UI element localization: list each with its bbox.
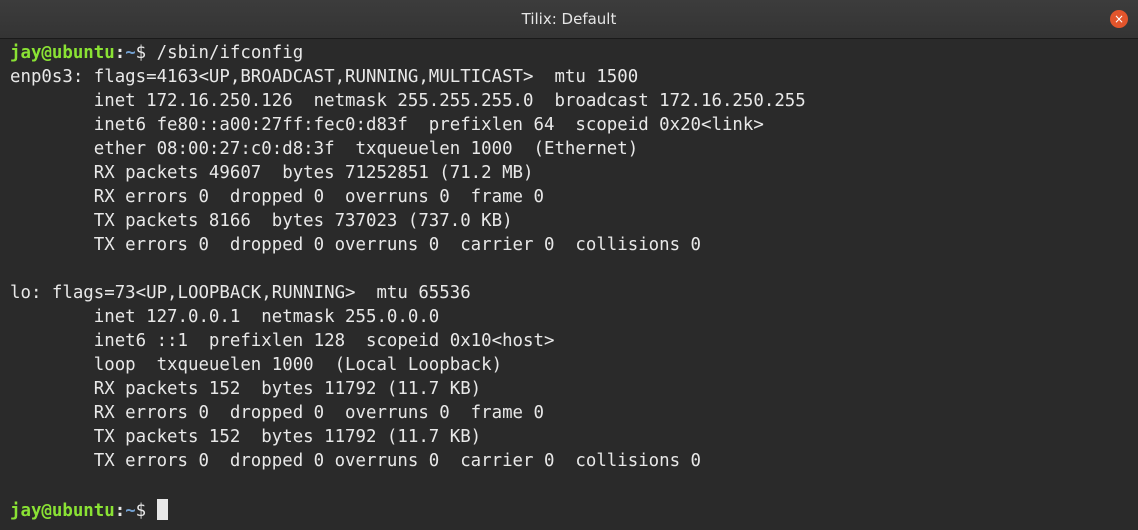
output-line: TX packets 8166 bytes 737023 (737.0 KB) xyxy=(10,211,513,231)
output-line: ether 08:00:27:c0:d8:3f txqueuelen 1000 … xyxy=(10,139,639,159)
output-line: RX packets 49607 bytes 71252851 (71.2 MB… xyxy=(10,163,534,183)
command-line: jay@ubuntu:~$ /sbin/ifconfig xyxy=(10,41,303,65)
output-line: TX packets 152 bytes 11792 (11.7 KB) xyxy=(10,427,482,447)
output-line: TX errors 0 dropped 0 overruns 0 carrier… xyxy=(10,235,702,255)
close-icon[interactable]: × xyxy=(1110,10,1128,28)
prompt-separator: : xyxy=(114,43,126,63)
window-title: Tilix: Default xyxy=(521,10,617,28)
output-line: RX packets 152 bytes 11792 (11.7 KB) xyxy=(10,379,482,399)
prompt-user-host: jay@ubuntu xyxy=(10,43,115,63)
prompt-line[interactable]: jay@ubuntu:~$ xyxy=(10,499,168,523)
prompt-symbol: $ xyxy=(135,501,157,521)
output-line: loop txqueuelen 1000 (Local Loopback) xyxy=(10,355,503,375)
output-line: enp0s3: flags=4163<UP,BROADCAST,RUNNING,… xyxy=(10,67,639,87)
terminal-area[interactable]: jay@ubuntu:~$ /sbin/ifconfig enp0s3: fla… xyxy=(0,39,1138,530)
prompt-path: ~ xyxy=(125,43,136,63)
output-line: inet 172.16.250.126 netmask 255.255.255.… xyxy=(10,91,806,111)
terminal-window: Tilix: Default × jay@ubuntu:~$ /sbin/ifc… xyxy=(0,0,1138,530)
title-bar[interactable]: Tilix: Default × xyxy=(0,0,1138,39)
prompt-separator: : xyxy=(114,501,126,521)
output-line: RX errors 0 dropped 0 overruns 0 frame 0 xyxy=(10,403,544,423)
output-line: RX errors 0 dropped 0 overruns 0 frame 0 xyxy=(10,187,544,207)
output-line: lo: flags=73<UP,LOOPBACK,RUNNING> mtu 65… xyxy=(10,283,471,303)
text-cursor xyxy=(156,499,168,520)
prompt-path: ~ xyxy=(125,501,136,521)
command-text: /sbin/ifconfig xyxy=(156,43,304,63)
output-line: inet6 ::1 prefixlen 128 scopeid 0x10<hos… xyxy=(10,331,555,351)
prompt-user-host: jay@ubuntu xyxy=(10,501,115,521)
output-line: inet6 fe80::a00:27ff:fec0:d83f prefixlen… xyxy=(10,115,764,135)
prompt-symbol: $ xyxy=(135,43,157,63)
output-line: inet 127.0.0.1 netmask 255.0.0.0 xyxy=(10,307,440,327)
output-line: TX errors 0 dropped 0 overruns 0 carrier… xyxy=(10,451,702,471)
